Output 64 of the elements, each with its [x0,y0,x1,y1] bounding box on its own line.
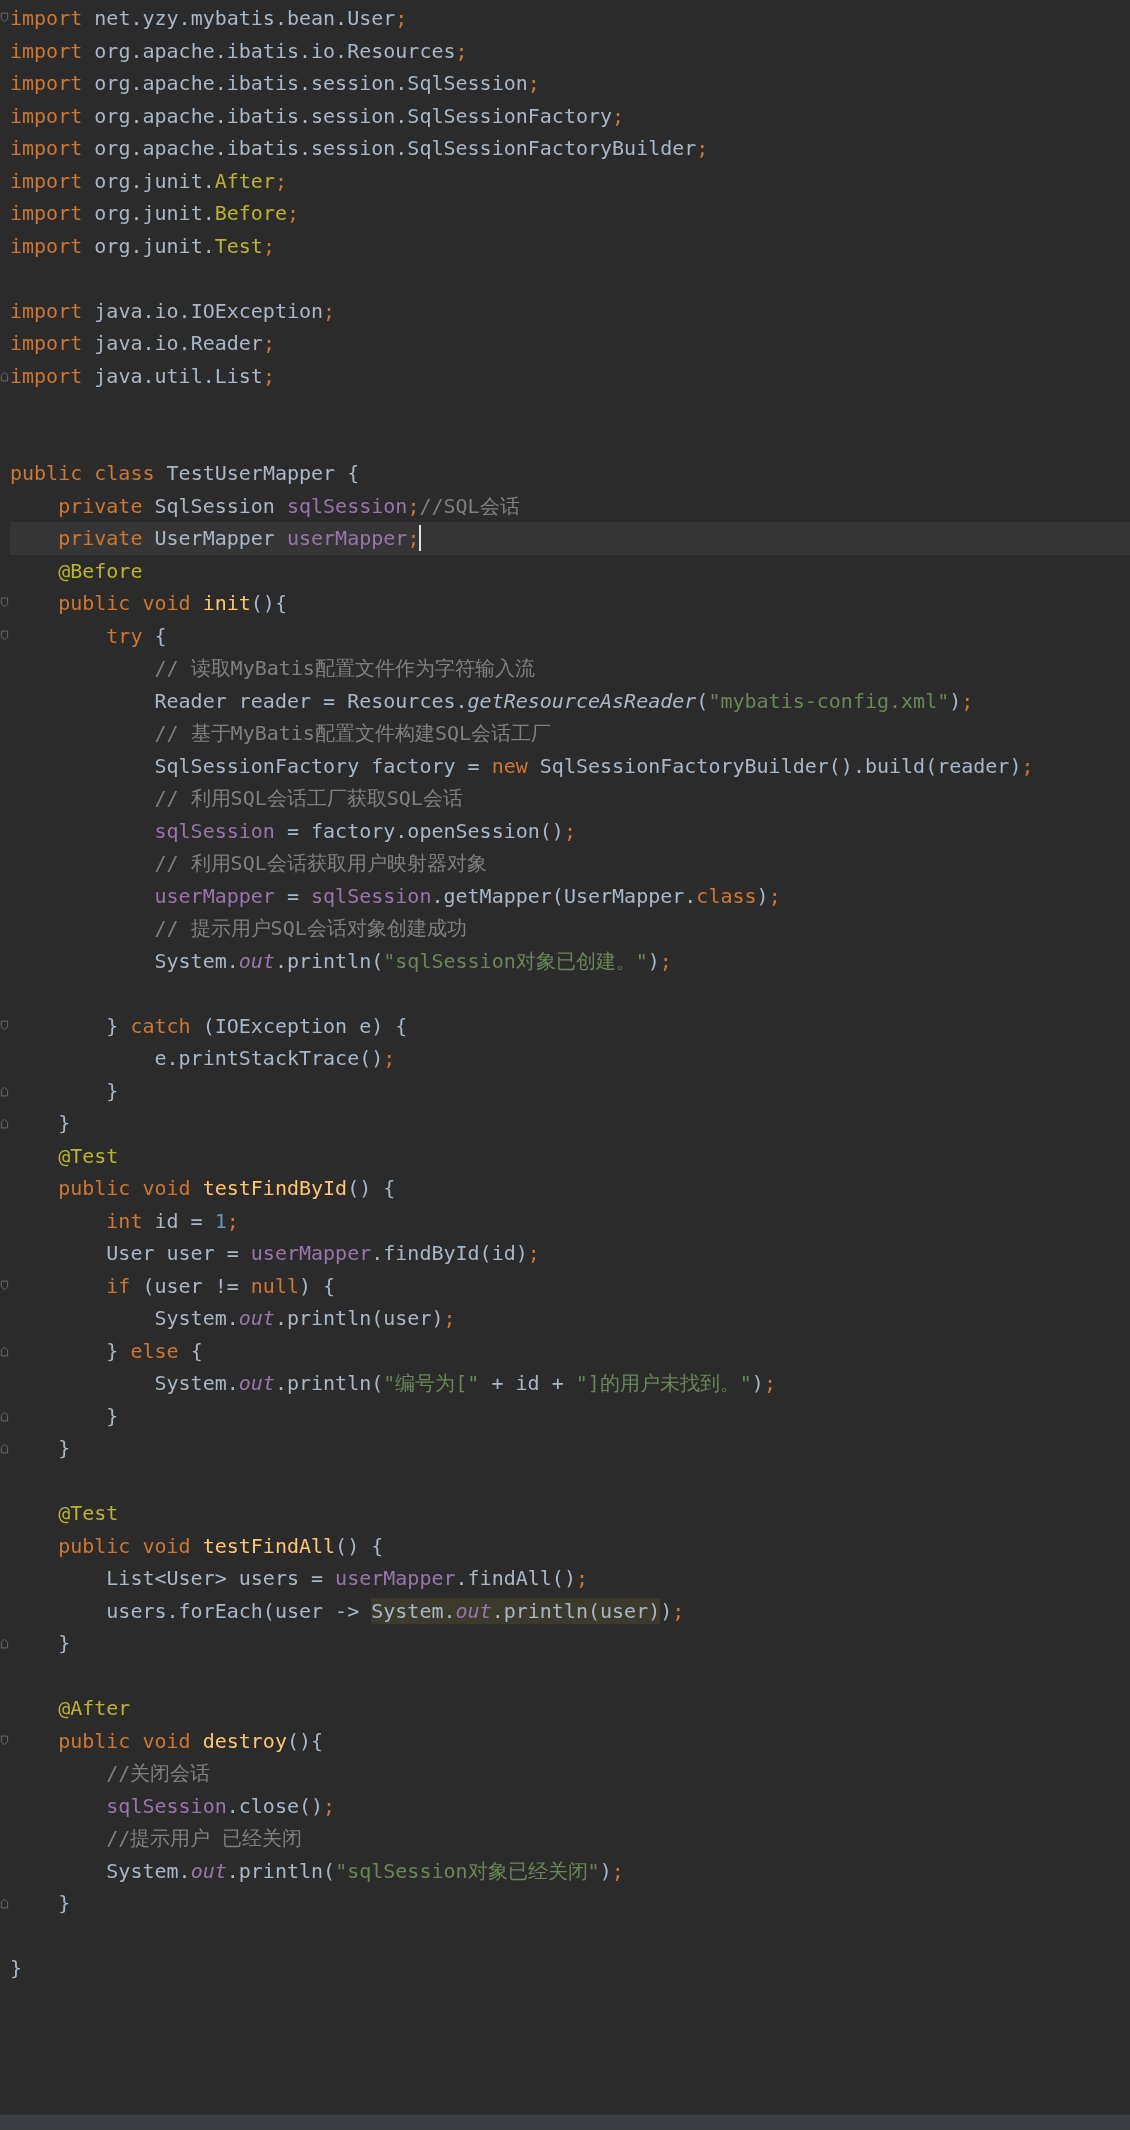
code-line: import org.junit.Before; [10,200,300,228]
code-line: public void testFindAll() { [57,1532,385,1560]
code-line: public void destroy(){ [57,1727,325,1755]
code-line: @Test [57,1500,120,1528]
code-line: System.out.println("sqlSession对象已创建。"); [153,947,673,975]
code-line: } catch (IOException e) { [105,1012,409,1040]
fold-marker-icon[interactable] [0,1733,9,1748]
fold-marker-icon[interactable] [0,1018,9,1033]
code-line: } [57,1435,72,1463]
fold-marker-icon[interactable] [0,628,9,643]
code-line: List<User> users = userMapper.findAll(); [105,1565,589,1593]
code-line: // 利用SQL会话工厂获取SQL会话 [153,785,464,813]
code-line: SqlSessionFactory factory = new SqlSessionFactoryBuilder().build(reader); [153,752,1035,780]
code-line: import org.apache.ibatis.session.SqlSession; [10,70,541,98]
code-line: } [10,1955,24,1983]
code-line: } [105,1402,120,1430]
code-line: System.out.println("编号为[" + id + "]的用户未找到。"); [153,1370,777,1398]
code-line: int id = 1; [105,1207,240,1235]
code-line: // 提示用户SQL会话对象创建成功 [153,915,468,943]
code-line: @After [57,1695,132,1723]
code-line: if (user != null) { [105,1272,337,1300]
code-line: userMapper = sqlSession.getMapper(UserMapper.class); [153,882,782,910]
code-line: import java.io.IOException; [10,297,337,325]
code-line: import org.apache.ibatis.session.SqlSessionFactoryBuilder; [10,135,710,163]
code-line: try { [105,622,168,650]
code-line: private SqlSession sqlSession;//SQL会话 [57,492,521,520]
fold-marker-icon[interactable] [0,596,9,610]
code-line: // 基于MyBatis配置文件构建SQL会话工厂 [153,720,553,748]
code-line: public void testFindById() { [57,1175,397,1203]
code-line: sqlSession.close(); [105,1792,337,1820]
code-line: @Test [57,1142,120,1170]
code-line: } [57,1110,72,1138]
code-line: } [57,1890,72,1918]
code-line: public class TestUserMapper { [10,460,361,488]
code-line: import java.io.Reader; [10,330,276,358]
code-line: import net.yzy.mybatis.bean.User; [10,5,409,33]
code-line: System.out.println(user); [153,1305,457,1333]
code-line: // 读取MyBatis配置文件作为字符输入流 [153,655,536,683]
code-line: User user = userMapper.findById(id); [105,1240,541,1268]
code-line: users.forEach(user -> System.out.println(user)); [105,1596,686,1626]
code-line: import org.apache.ibatis.session.SqlSessionFactory; [10,102,626,130]
code-line: public void init(){ [57,590,288,618]
code-line: //提示用户 已经关闭 [105,1825,304,1853]
text-cursor [419,525,422,552]
code-line: @Before [57,557,144,585]
fold-marker-icon[interactable] [0,1278,9,1293]
fold-marker-icon[interactable] [0,11,9,25]
code-line: import org.junit.After; [10,167,288,195]
fold-marker-icon[interactable] [0,1896,9,1910]
fold-marker-icon[interactable] [0,1116,9,1130]
code-line: import org.apache.ibatis.io.Resources; [10,37,469,65]
code-line: //关闭会话 [105,1760,212,1788]
code-line: Reader reader = Resources.getResourceAsReader("mybatis-config.xml"); [153,687,975,715]
code-line: System.out.println("sqlSession对象已经关闭"); [105,1857,625,1885]
code-line: } [105,1077,120,1105]
code-line: sqlSession = factory.openSession(); [153,817,577,845]
code-line: import org.junit.Test; [10,232,276,260]
fold-marker-icon[interactable] [0,1636,9,1650]
code-line: import java.util.List; [10,362,276,390]
code-line: } [57,1630,72,1658]
code-line: // 利用SQL会话获取用户映射器对象 [153,850,488,878]
code-line: } else { [105,1337,204,1365]
code-line: e.printStackTrace(); [153,1045,397,1073]
fold-marker-icon[interactable] [0,1441,9,1455]
